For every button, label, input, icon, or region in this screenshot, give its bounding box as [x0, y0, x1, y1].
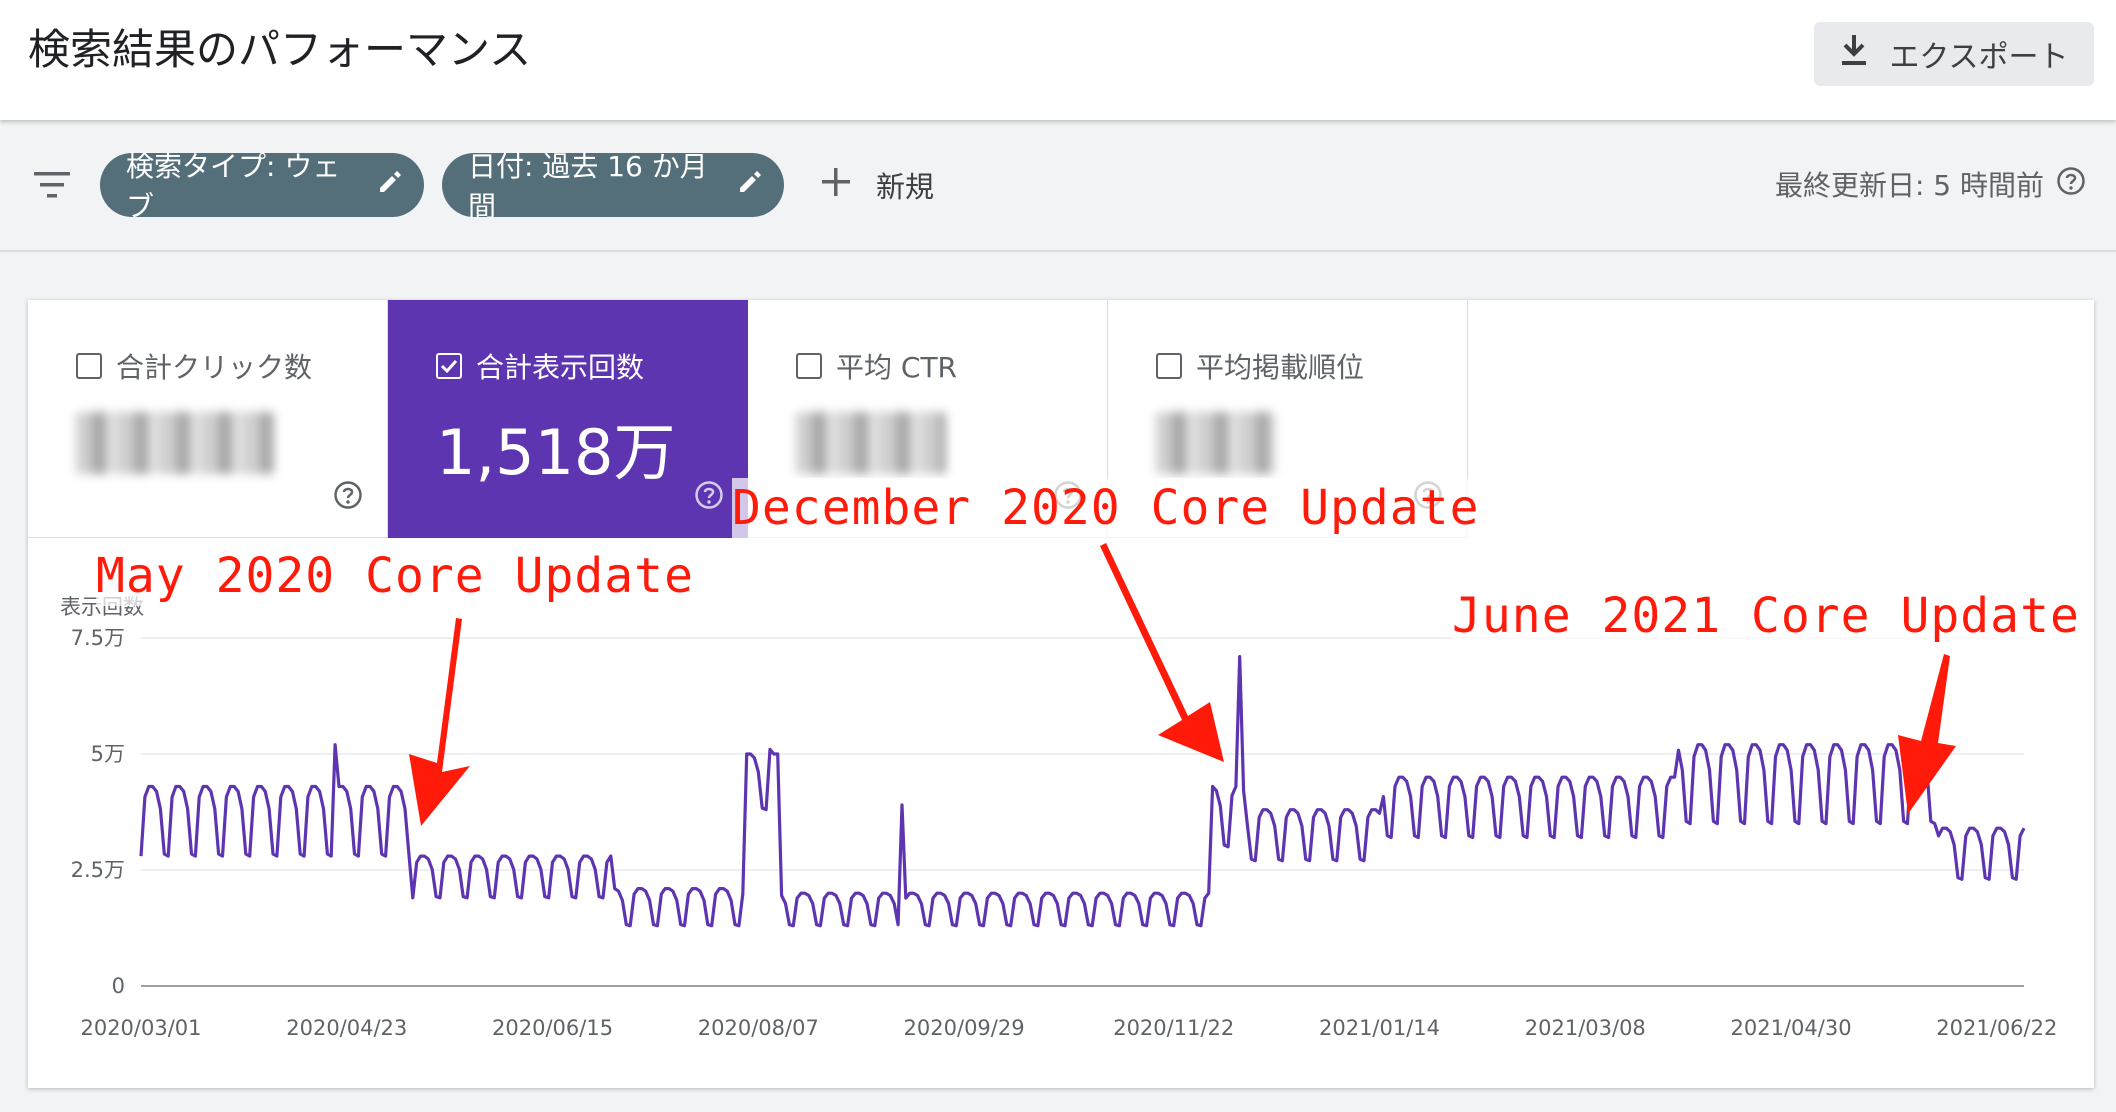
checkbox-checked[interactable] [436, 353, 462, 379]
help-icon[interactable] [694, 480, 724, 514]
help-icon[interactable] [333, 480, 363, 514]
metric-total-impressions[interactable]: 合計表示回数 1,518万 [388, 300, 748, 538]
checkbox[interactable] [1156, 353, 1182, 379]
x-tick-label: 2020/11/22 [1113, 1016, 1234, 1040]
new-filter-button[interactable]: 新規 [820, 160, 934, 210]
pencil-icon[interactable] [736, 169, 762, 202]
y-tick-label: 5万 [91, 742, 125, 766]
metric-label: 合計表示回数 [476, 351, 645, 384]
search-type-filter-chip[interactable]: 検索タイプ: ウェブ [100, 150, 424, 223]
metric-value: 1,518万 [436, 416, 676, 489]
x-tick-label: 2021/04/30 [1731, 1016, 1852, 1040]
annotation-june-2021: June 2021 Core Update [1452, 586, 2080, 646]
download-icon [1839, 33, 1869, 75]
chip-label: 日付: 過去 16 か月間 [468, 150, 708, 223]
last-updated: 最終更新日: 5 時間前 [1775, 164, 2086, 204]
y-tick-label: 7.5万 [71, 626, 125, 650]
y-tick-label: 0 [112, 974, 125, 998]
filter-icon[interactable] [32, 170, 72, 204]
metric-value-redacted [1156, 412, 1276, 474]
metric-label: 平均掲載順位 [1196, 351, 1365, 384]
x-tick-label: 2021/06/22 [1936, 1016, 2057, 1040]
series-line [139, 654, 2026, 928]
export-button[interactable]: エクスポート [1814, 22, 2094, 86]
metric-value-redacted [76, 412, 274, 474]
checkbox[interactable] [76, 353, 102, 379]
x-tick-label: 2020/03/01 [80, 1016, 201, 1040]
x-tick-label: 2020/08/07 [698, 1016, 819, 1040]
x-tick-label: 2021/03/08 [1525, 1016, 1646, 1040]
filter-bar: 検索タイプ: ウェブ 日付: 過去 16 か月間 新規 最終更新日: 5 時間前 [0, 120, 2116, 252]
page-header: 検索結果のパフォーマンス エクスポート [0, 0, 2116, 120]
export-label: エクスポート [1889, 40, 2069, 75]
annotation-may-2020: May 2020 Core Update [96, 546, 694, 606]
x-tick-label: 2020/06/15 [492, 1016, 613, 1040]
metric-value-redacted [796, 412, 946, 474]
x-tick-label: 2020/04/23 [286, 1016, 407, 1040]
help-icon[interactable] [2056, 166, 2086, 203]
page-title: 検索結果のパフォーマンス [28, 25, 532, 74]
x-tick-label: 2020/09/29 [904, 1016, 1025, 1040]
y-tick-label: 2.5万 [71, 858, 125, 882]
last-updated-text: 最終更新日: 5 時間前 [1774, 169, 2044, 202]
checkbox[interactable] [796, 353, 822, 379]
metric-total-clicks[interactable]: 合計クリック数 [28, 300, 388, 538]
metric-label: 合計クリック数 [116, 351, 313, 384]
chip-label: 検索タイプ: ウェブ [126, 150, 341, 223]
metric-label: 平均 CTR [836, 351, 958, 384]
x-tick-label: 2021/01/14 [1319, 1016, 1440, 1040]
pencil-icon[interactable] [376, 169, 402, 202]
new-label: 新規 [876, 170, 935, 204]
plus-icon [820, 166, 852, 205]
date-filter-chip[interactable]: 日付: 過去 16 か月間 [442, 150, 784, 223]
annotation-december-2020: December 2020 Core Update [732, 478, 1480, 538]
